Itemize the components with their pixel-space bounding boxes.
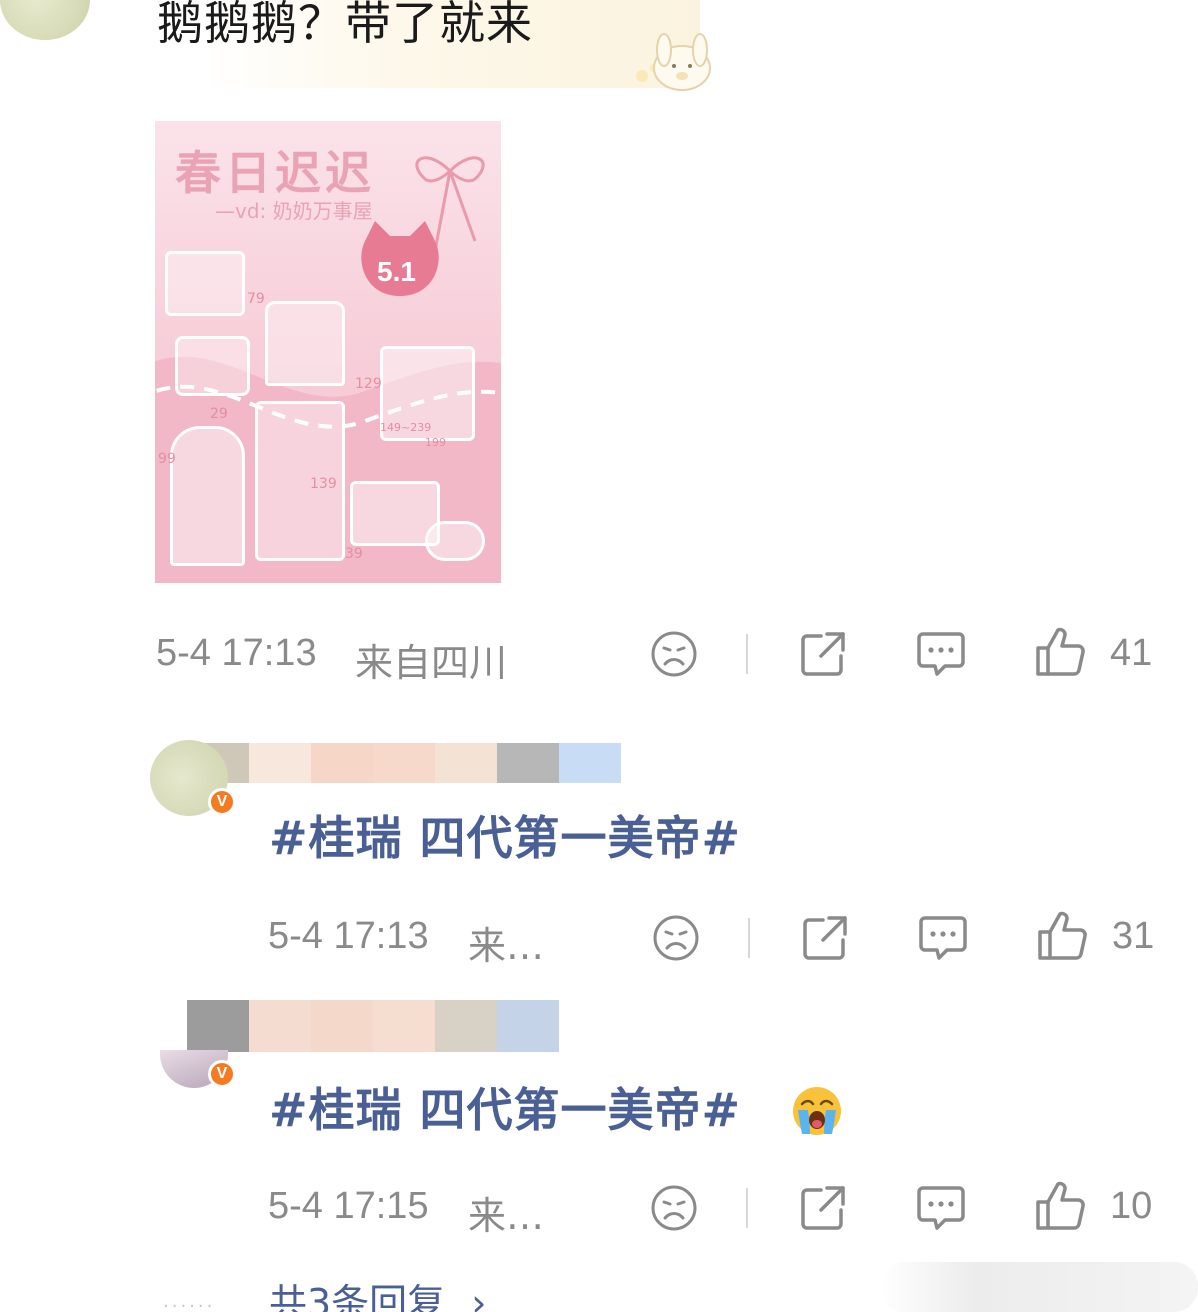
chevron-right-icon: ›: [471, 1281, 487, 1312]
reply-1-timestamp: 5-4 17:13: [268, 915, 429, 957]
main-comment-timestamp: 5-4 17:13: [156, 632, 317, 674]
comment-icon[interactable]: [915, 628, 967, 680]
reply-1-username-blurred[interactable]: [187, 743, 621, 783]
bunny-sticker-icon: [636, 33, 711, 91]
poster-item-pouch: [175, 336, 250, 396]
thread-dots: ······: [163, 1296, 216, 1312]
cat-badge-icon: 5.1: [361, 221, 439, 296]
poster-item-box: [165, 251, 245, 316]
scroll-fade-bar: [880, 1262, 1198, 1312]
thumbs-up-icon[interactable]: [1036, 910, 1088, 962]
share-icon[interactable]: [797, 1182, 849, 1234]
poster-price: 29: [210, 406, 228, 422]
comment-icon[interactable]: [917, 912, 969, 964]
reply-1-like-count: 31: [1112, 915, 1155, 957]
share-icon[interactable]: [799, 912, 851, 964]
poster-subtitle: —vd: 奶奶万事屋: [215, 199, 373, 223]
more-replies-link[interactable]: 共3条回复 ›: [269, 1272, 486, 1312]
action-separator: [748, 918, 750, 958]
poster-price: 139: [310, 476, 337, 492]
poster-image[interactable]: 春日迟迟 —vd: 奶奶万事屋 5.1 79 29 129 99 139 39: [155, 121, 501, 583]
poster-price: 129: [355, 376, 382, 392]
poster-title: 春日迟迟: [175, 146, 375, 200]
reply-1-avatar[interactable]: V: [150, 740, 236, 816]
share-icon[interactable]: [797, 628, 849, 680]
reply-2-username-blurred[interactable]: [187, 1000, 559, 1052]
poster-price: 199: [425, 436, 446, 449]
poster-price: 99: [158, 451, 176, 467]
reply-1-text[interactable]: #桂瑞 四代第一美帝#: [269, 808, 741, 868]
main-comment-text: 鹅鹅鹅？带了就来: [157, 0, 533, 50]
poster-price: 79: [247, 291, 265, 307]
main-like-count: 41: [1110, 632, 1153, 674]
reply-1-location: 来…: [468, 924, 545, 968]
dislike-face-icon[interactable]: [648, 628, 700, 680]
action-separator: [746, 634, 748, 674]
dislike-face-icon[interactable]: [648, 1182, 700, 1234]
poster-badge-text: 5.1: [377, 256, 416, 287]
reply-2-location: 来…: [468, 1194, 545, 1238]
poster-item-slippers: [425, 521, 485, 561]
main-commenter-avatar[interactable]: V: [0, 0, 90, 40]
thumbs-up-icon[interactable]: [1034, 1180, 1086, 1232]
reply-2-text[interactable]: #桂瑞 四代第一美帝#: [269, 1080, 741, 1140]
verified-v-icon: V: [208, 1060, 236, 1088]
main-comment-location: 来自四川: [355, 641, 508, 685]
comment-thread: V 鹅鹅鹅？带了就来 春日迟迟 —vd: 奶奶万事屋 5.1: [0, 0, 1198, 1312]
comment-icon[interactable]: [915, 1182, 967, 1234]
thumbs-up-icon[interactable]: [1034, 626, 1086, 678]
action-separator: [746, 1188, 748, 1228]
reply-2-like-count: 10: [1110, 1185, 1153, 1227]
dislike-face-icon[interactable]: [650, 912, 702, 964]
poster-price: 39: [345, 546, 363, 562]
more-replies-label: 共3条回复: [269, 1281, 446, 1312]
poster-item-dress: [170, 426, 245, 566]
poster-price: 149~239: [380, 421, 432, 434]
verified-v-icon: V: [208, 788, 236, 816]
crying-emoji-icon: [793, 1087, 841, 1135]
poster-item-bag: [265, 301, 345, 386]
reply-2-avatar[interactable]: V: [160, 1050, 236, 1088]
reply-2-timestamp: 5-4 17:15: [268, 1185, 429, 1227]
